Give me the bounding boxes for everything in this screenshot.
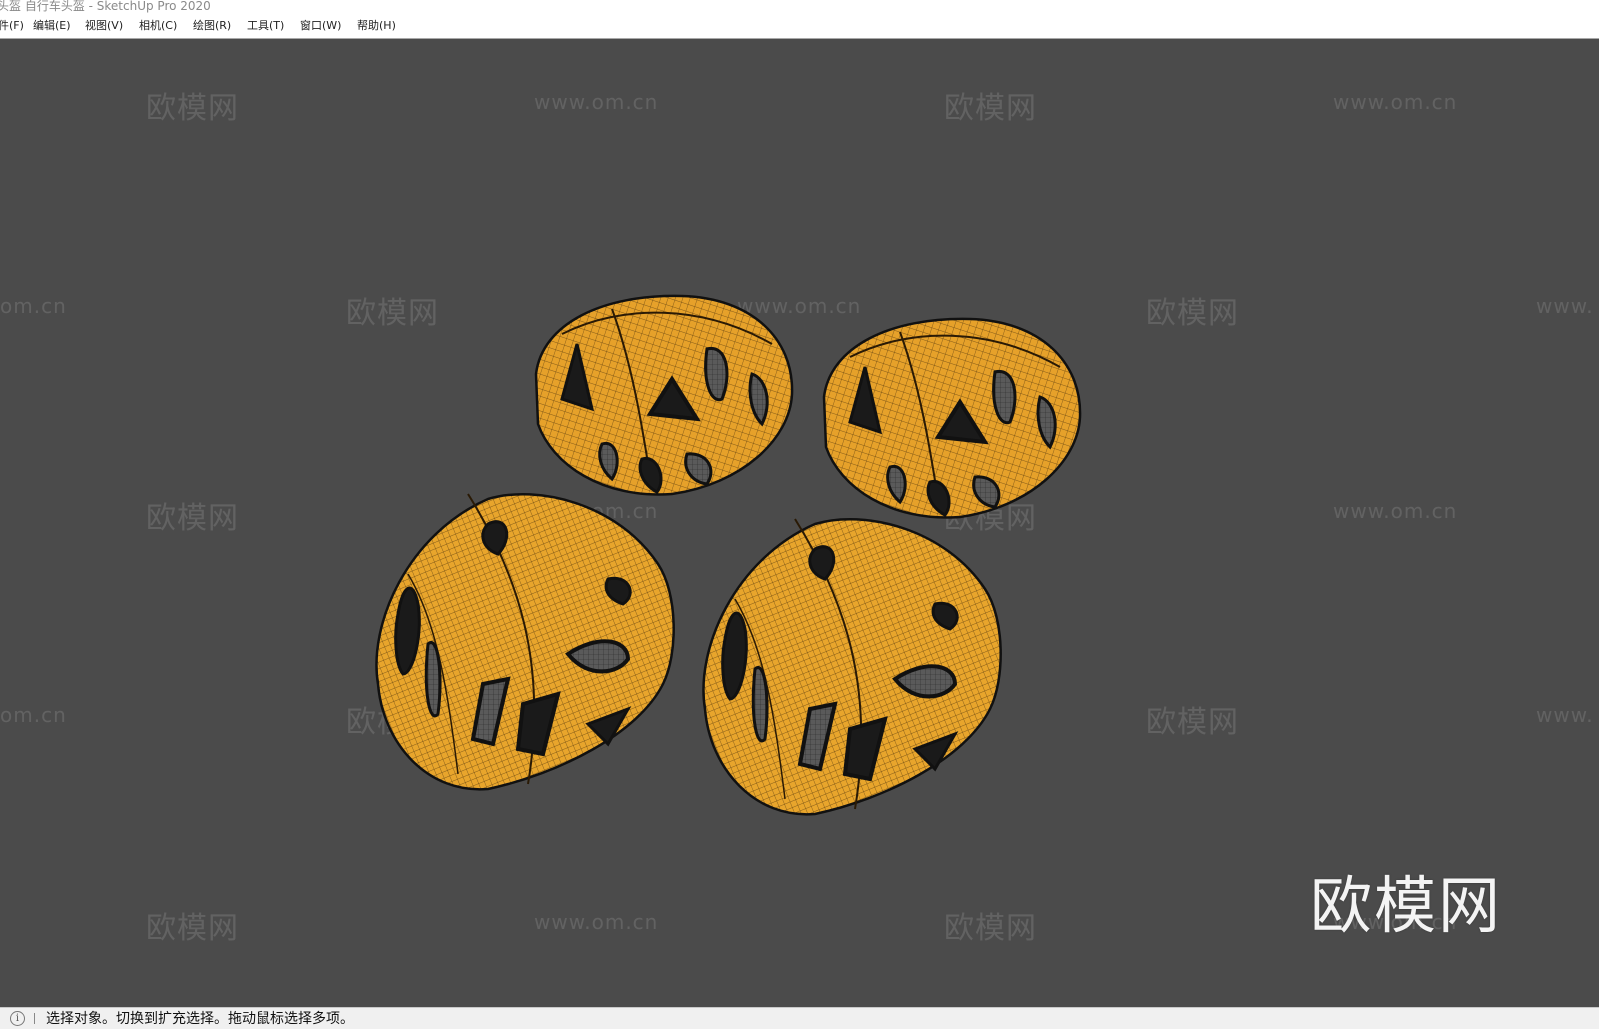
status-text: 选择对象。切换到扩充选择。拖动鼠标选择多项。 [46, 1011, 354, 1027]
window-title: 头盔 自行车头盔 - SketchUp Pro 2020 [0, 0, 211, 13]
helmet-model-2 [822, 317, 1082, 519]
info-icon[interactable]: i [10, 1011, 25, 1026]
status-divider [34, 1013, 35, 1024]
menu-tools[interactable]: 工具(T) [247, 19, 284, 33]
menu-file[interactable]: 件(F) [0, 19, 24, 33]
model-viewport[interactable]: 欧模网 www.om.cn 欧模网 www.om.cn om.cn 欧模网 ww… [0, 39, 1599, 1007]
menu-window[interactable]: 窗口(W) [300, 19, 341, 33]
helmet-model-4 [702, 517, 1002, 816]
helmet-model-3 [375, 492, 675, 791]
menu-view[interactable]: 视图(V) [85, 19, 123, 33]
helmet-model-1 [534, 294, 794, 496]
menu-bar: 件(F) 编辑(E) 视图(V) 相机(C) 绘图(R) 工具(T) 窗口(W)… [0, 14, 1599, 39]
brand-logo: 欧模网 [1310, 869, 1503, 942]
window-titlebar: 头盔 自行车头盔 - SketchUp Pro 2020 [0, 0, 1599, 14]
menu-help[interactable]: 帮助(H) [357, 19, 396, 33]
menu-camera[interactable]: 相机(C) [139, 19, 177, 33]
menu-draw[interactable]: 绘图(R) [193, 19, 231, 33]
status-bar: i 选择对象。切换到扩充选择。拖动鼠标选择多项。 [0, 1007, 1599, 1029]
menu-edit[interactable]: 编辑(E) [33, 19, 71, 33]
